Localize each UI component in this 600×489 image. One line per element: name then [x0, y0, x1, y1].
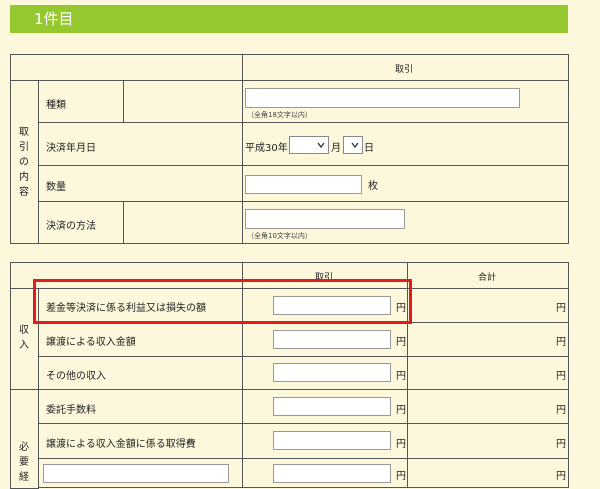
income-side-label: 収 入	[17, 323, 31, 353]
method-label-cell: 決済の方法	[38, 201, 124, 244]
highlight-box	[33, 279, 412, 324]
total-column-header: 合計	[478, 273, 497, 283]
section-header: 1件目	[10, 5, 568, 33]
total-yen-unit: 円	[556, 439, 566, 450]
total-cell: 円	[407, 389, 569, 424]
table2-header-total: 合計	[407, 262, 569, 289]
date-input-cell: 平成30年 月 日	[242, 122, 569, 166]
table1-column-header: 取引	[395, 65, 414, 75]
table1-header-blank	[10, 54, 243, 81]
side-char: 内	[19, 172, 29, 183]
day-select[interactable]	[343, 136, 363, 154]
side-char: の	[19, 157, 29, 168]
expense-side-cell: 必 要 経	[10, 389, 39, 489]
settlement-date-label: 決済年月日	[46, 143, 96, 154]
amount-cell: 円	[242, 322, 408, 357]
table-row: 譲渡による収入金額に係る取得費	[38, 423, 243, 459]
custom-expense-name-input[interactable]	[43, 464, 229, 483]
total-cell: 円	[407, 356, 569, 390]
kind-hint: （全角18文字以内）	[247, 111, 312, 119]
qty-label-cell: 数量	[38, 165, 243, 202]
kind-label: 種類	[46, 100, 66, 111]
side-char: 引	[19, 142, 29, 153]
kind-input[interactable]	[245, 88, 520, 108]
total-cell: 円	[407, 322, 569, 357]
row-label: その他の収入	[46, 371, 106, 382]
total-cell: 円	[407, 288, 569, 323]
kind-blank-cell	[123, 80, 243, 123]
transaction-content-side-cell: 取 引 の 内 容	[10, 80, 39, 244]
amount-cell: 円	[242, 423, 408, 459]
total-yen-unit: 円	[556, 371, 566, 382]
total-yen-unit: 円	[556, 337, 566, 348]
kind-input-cell: （全角18文字以内）	[242, 80, 569, 123]
method-hint: （全角10文字以内）	[247, 232, 312, 240]
table-row: 譲渡による収入金額	[38, 322, 243, 357]
total-yen-unit: 円	[556, 405, 566, 416]
expense-side-label: 必 要 経	[17, 440, 31, 485]
settlement-method-input[interactable]	[245, 209, 405, 229]
yen-unit: 円	[396, 439, 406, 450]
commission-fee-input[interactable]	[273, 397, 391, 416]
table-row: 委託手数料	[38, 389, 243, 424]
method-input-cell: （全角10文字以内）	[242, 201, 569, 244]
side-char: 入	[19, 340, 29, 351]
method-blank-cell	[123, 201, 243, 244]
other-income-input[interactable]	[273, 363, 391, 382]
amount-cell: 円	[242, 356, 408, 390]
row-label: 委託手数料	[46, 405, 96, 416]
total-cell: 円	[407, 458, 569, 488]
total-yen-unit: 円	[556, 303, 566, 314]
settlement-method-label: 決済の方法	[46, 221, 96, 232]
month-select[interactable]	[289, 136, 329, 154]
kind-label-cell: 種類	[38, 80, 124, 123]
side-char: 容	[19, 187, 29, 198]
total-cell: 円	[407, 423, 569, 459]
row-label: 譲渡による収入金額に係る取得費	[46, 439, 196, 450]
month-label: 月	[331, 143, 341, 154]
side-char: 要	[19, 457, 29, 468]
custom-expense-amount-input[interactable]	[273, 464, 391, 483]
qty-input-cell: 枚	[242, 165, 569, 202]
chevron-down-icon	[317, 142, 325, 149]
side-char: 取	[19, 127, 29, 138]
quantity-label: 数量	[46, 182, 66, 193]
yen-unit: 円	[396, 371, 406, 382]
quantity-input[interactable]	[245, 175, 362, 194]
table-row: その他の収入	[38, 356, 243, 390]
date-label-cell: 決済年月日	[38, 122, 243, 166]
yen-unit: 円	[396, 405, 406, 416]
table1-header-cell: 取引	[242, 54, 569, 81]
side-char: 経	[19, 472, 29, 483]
side-char: 必	[19, 442, 29, 453]
row-label: 譲渡による収入金額	[46, 337, 136, 348]
table-row	[38, 458, 243, 488]
section-title: 1件目	[34, 10, 74, 28]
yen-unit: 円	[396, 337, 406, 348]
acquisition-cost-input[interactable]	[273, 431, 391, 450]
side-char: 収	[19, 325, 29, 336]
transfer-proceeds-input[interactable]	[273, 330, 391, 349]
quantity-unit: 枚	[368, 181, 378, 192]
era-year-label: 平成30年	[245, 143, 288, 154]
day-label: 日	[364, 143, 374, 154]
transaction-content-side-label: 取 引 の 内 容	[17, 125, 31, 200]
chevron-down-icon	[351, 142, 359, 149]
amount-cell: 円	[242, 389, 408, 424]
amount-cell: 円	[242, 458, 408, 488]
